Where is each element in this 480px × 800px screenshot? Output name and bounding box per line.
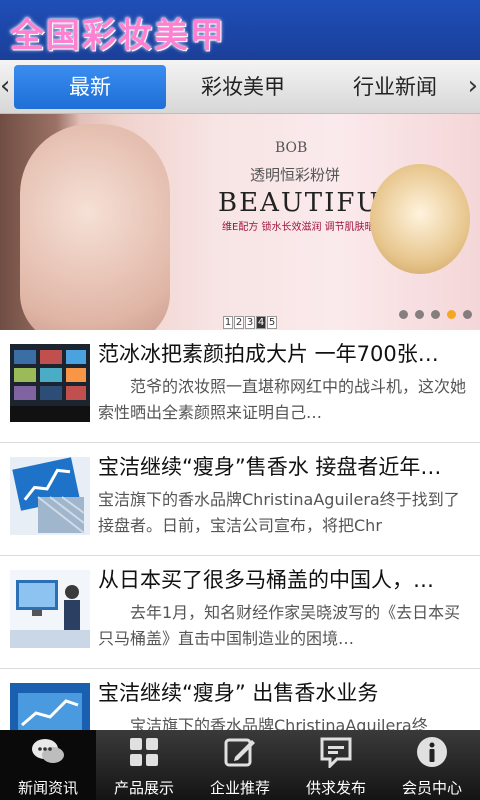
nav-member-center-label: 会员中心 (401, 779, 462, 797)
banner-page-5: 5 (267, 316, 277, 329)
pagination-dot[interactable] (431, 310, 440, 319)
pagination-dot[interactable] (399, 310, 408, 319)
pagination-dot-active[interactable] (447, 310, 456, 319)
news-summary: 宝洁旗下的香水品牌ChristinaAguilera终 (130, 716, 428, 730)
news-title: 范冰冰把素颜拍成大片 一年700张… (98, 342, 439, 366)
banner-page-1: 1 (223, 316, 233, 329)
tab-latest[interactable]: 最新 (14, 65, 166, 109)
banner-page-4: 4 (256, 316, 266, 329)
nav-recommend[interactable]: 企业推荐 (192, 730, 288, 800)
news-thumbnail (10, 457, 90, 535)
news-title: 从日本买了很多马桶盖的中国人，… (98, 568, 434, 592)
banner-compact-image (370, 164, 470, 274)
app-title: 全国彩妆美甲 (10, 16, 226, 56)
nav-products[interactable]: 产品展示 (96, 730, 192, 800)
news-summary: 范爷的浓妆照一直堪称网红中的战斗机，这次她索性晒出全素颜照来证明自己… (98, 377, 467, 422)
banner-page-2: 2 (234, 316, 244, 329)
bottom-navigation: 新闻资讯 产品展示 企业推荐 供求发布 会员中心 (0, 730, 480, 800)
news-item[interactable]: 宝洁继续“瘦身” 出售香水业务 宝洁旗下的香水品牌ChristinaAguile… (0, 669, 480, 730)
promo-banner[interactable]: BOB 透明恒彩粉饼 BEAUTIFUL 维E配方 锁水长效滋润 调节肌肤暗哑 … (0, 114, 480, 330)
chevron-left-icon[interactable]: ‹ (0, 72, 10, 100)
chevron-right-icon[interactable]: › (468, 72, 478, 100)
banner-model-image (20, 124, 170, 330)
news-item[interactable]: 从日本买了很多马桶盖的中国人，… 去年1月，知名财经作家吴晓波写的《去日本买只马… (0, 556, 480, 669)
pagination-dot[interactable] (463, 310, 472, 319)
news-title: 宝洁继续“瘦身” 出售香水业务 (98, 681, 379, 705)
banner-tagline: 维E配方 锁水长效滋润 调节肌肤暗哑 (222, 222, 385, 233)
tab-makeup-nails[interactable]: 彩妆美甲 (168, 65, 318, 109)
nav-supply-demand-label: 供求发布 (305, 779, 366, 797)
nav-news[interactable]: 新闻资讯 (0, 730, 96, 800)
news-item[interactable]: 宝洁继续“瘦身”售香水 接盘者近年… 宝洁旗下的香水品牌ChristinaAgu… (0, 443, 480, 556)
news-item[interactable]: 范冰冰把素颜拍成大片 一年700张… 范爷的浓妆照一直堪称网红中的战斗机，这次她… (0, 330, 480, 443)
message-icon (320, 737, 352, 768)
news-title: 宝洁继续“瘦身”售香水 接盘者近年… (98, 455, 442, 479)
banner-page-3: 3 (245, 316, 255, 329)
edit-icon (224, 738, 255, 767)
nav-products-label: 产品展示 (113, 779, 174, 797)
news-thumbnail (10, 570, 90, 648)
app-header: 全国彩妆美甲 (0, 0, 480, 60)
chat-bubbles-icon (32, 739, 64, 763)
nav-supply-demand[interactable]: 供求发布 (288, 730, 384, 800)
nav-member-center[interactable]: 会员中心 (384, 730, 480, 800)
category-tabbar: ‹ 最新 彩妆美甲 行业新闻 › (0, 60, 480, 114)
news-thumbnail (10, 344, 90, 422)
news-summary: 去年1月，知名财经作家吴晓波写的《去日本买只马桶盖》直击中国制造业的困境… (98, 603, 461, 648)
banner-pagination-dots (399, 310, 472, 319)
banner-product-name: 透明恒彩粉饼 (250, 166, 341, 184)
info-icon (417, 737, 447, 767)
grid-icon (130, 738, 158, 766)
nav-news-label: 新闻资讯 (17, 779, 78, 797)
nav-recommend-label: 企业推荐 (209, 779, 270, 797)
news-summary: 宝洁旗下的香水品牌ChristinaAguilera终于找到了接盘者。日前，宝洁… (98, 490, 460, 535)
pagination-dot[interactable] (415, 310, 424, 319)
banner-brand: BOB (275, 140, 308, 156)
banner-page-counter: 12345 (223, 316, 278, 329)
tab-industry-news[interactable]: 行业新闻 (320, 65, 470, 109)
news-thumbnail (10, 683, 90, 730)
